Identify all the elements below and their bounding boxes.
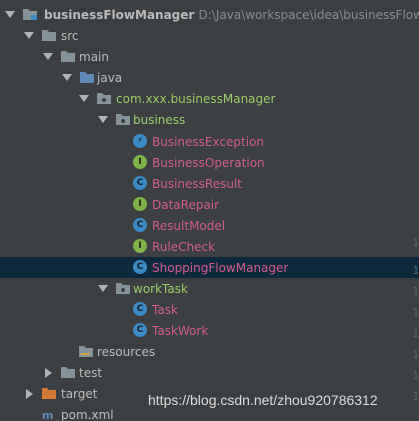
project-path: D:\Java\workspace\idea\businessFlow	[198, 7, 419, 22]
expand-arrow-icon[interactable]	[23, 30, 35, 42]
maven-file-icon: m	[41, 406, 57, 421]
gutter-line-number: 1	[412, 264, 419, 277]
tree-label-class: BusinessException	[152, 134, 264, 149]
class-icon: C	[133, 302, 147, 316]
tree-node-worktask[interactable]: workTask	[0, 278, 419, 299]
tree-label-package: com.xxx.businessManager	[116, 91, 276, 106]
tree-label-class: RuleCheck	[152, 239, 216, 254]
tree-node-java[interactable]: java	[0, 67, 419, 88]
tree-label-class: BusinessResult	[152, 176, 242, 191]
package-icon	[96, 90, 112, 106]
project-name: businessFlowManager D:\Java\workspace\id…	[44, 8, 419, 22]
collapse-arrow-icon[interactable]	[42, 367, 54, 379]
tree-node-resources[interactable]: resources	[0, 341, 419, 362]
gutter-line-number: 1	[412, 236, 419, 249]
tree-label-resources: resources	[97, 344, 156, 359]
tree-node-class[interactable]: I BusinessOperation	[0, 152, 419, 173]
expand-arrow-icon[interactable]	[42, 51, 54, 63]
tree-label-pom: pom.xml	[61, 407, 114, 421]
gutter-line-number: 1	[412, 306, 419, 319]
project-tree-panel: businessFlowManager D:\Java\workspace\id…	[0, 0, 419, 421]
tree-label-src: src	[61, 28, 79, 43]
tree-node-package[interactable]: com.xxx.businessManager	[0, 88, 419, 109]
tree-label-class: TaskWork	[152, 323, 209, 338]
tree-node-project[interactable]: businessFlowManager D:\Java\workspace\id…	[0, 4, 419, 25]
gutter-line-number: 1	[412, 285, 419, 298]
tree-node-business[interactable]: business	[0, 109, 419, 130]
tree-node-class[interactable]: C Task	[0, 299, 419, 320]
tree-node-main[interactable]: main	[0, 46, 419, 67]
gutter-line-number: 1	[412, 327, 419, 340]
package-icon	[115, 280, 131, 296]
expand-arrow-icon[interactable]	[78, 93, 90, 105]
tree-label-class: DataRepair	[152, 197, 220, 212]
tree-label-target: target	[61, 386, 98, 401]
tree-node-class[interactable]: C BusinessResult	[0, 173, 419, 194]
tree-node-class[interactable]: C ResultModel	[0, 215, 419, 236]
tree-node-src[interactable]: src	[0, 25, 419, 46]
tree-label-class: ResultModel	[152, 218, 226, 233]
tree-node-class[interactable]: I RuleCheck	[0, 236, 419, 257]
exception-class-icon: ⚡	[133, 134, 147, 148]
tree-node-class[interactable]: I DataRepair	[0, 194, 419, 215]
excluded-folder-icon	[41, 385, 57, 401]
tree-label-test: test	[79, 365, 103, 380]
class-icon: C	[133, 260, 147, 274]
source-folder-icon	[79, 69, 95, 85]
tree-node-class-selected[interactable]: C ShoppingFlowManager	[0, 257, 419, 278]
gutter-line-number: 1	[412, 390, 419, 403]
interface-icon: I	[133, 239, 147, 253]
folder-icon	[41, 27, 57, 43]
interface-icon: I	[133, 155, 147, 169]
watermark-text: https://blog.csdn.net/zhou920786312	[148, 392, 378, 408]
folder-icon	[60, 364, 76, 380]
module-folder-icon	[22, 6, 38, 22]
tree-label-business: business	[133, 112, 186, 127]
resources-folder-icon	[78, 343, 94, 359]
folder-icon	[60, 48, 76, 64]
class-icon: C	[133, 218, 147, 232]
expand-arrow-icon[interactable]	[61, 72, 73, 84]
tree-node-class[interactable]: ⚡ BusinessException	[0, 131, 419, 152]
tree-label-class: ShoppingFlowManager	[152, 260, 289, 275]
interface-icon: I	[133, 197, 147, 211]
class-run-icon: C	[133, 323, 147, 337]
tree-label-class: Task	[152, 302, 178, 317]
package-icon	[115, 111, 131, 127]
class-icon: C	[133, 176, 147, 190]
gutter-line-number: 1	[412, 369, 419, 382]
tree-label-worktask: workTask	[133, 281, 188, 296]
gutter-line-number: 1	[412, 348, 419, 361]
tree-label-class: BusinessOperation	[152, 155, 265, 170]
expand-arrow-icon[interactable]	[4, 9, 16, 21]
tree-node-class[interactable]: C TaskWork	[0, 320, 419, 341]
expand-arrow-icon[interactable]	[97, 114, 109, 126]
svg-text:m: m	[42, 409, 53, 421]
collapse-arrow-icon[interactable]	[23, 388, 35, 400]
tree-node-test[interactable]: test	[0, 362, 419, 383]
expand-arrow-icon[interactable]	[97, 283, 109, 295]
tree-label-java: java	[97, 70, 123, 85]
tree-label-main: main	[79, 49, 109, 64]
